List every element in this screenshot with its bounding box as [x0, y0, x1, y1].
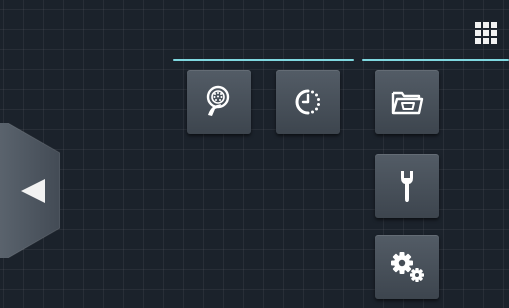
folder-button[interactable] [375, 70, 439, 134]
timer-button[interactable] [276, 70, 340, 134]
wrench-icon [401, 171, 413, 202]
grid-menu-icon[interactable] [475, 22, 497, 44]
side-panel-toggle[interactable] [0, 123, 60, 258]
cleaning-button[interactable] [187, 70, 251, 134]
group-divider-left [173, 59, 354, 61]
folder-basket-icon [391, 91, 424, 115]
gears-icon [391, 252, 424, 282]
service-button[interactable] [375, 154, 439, 218]
timer-icon [295, 89, 320, 115]
screen [0, 0, 509, 308]
cleaning-shower-icon [206, 85, 230, 116]
group-divider-right [362, 59, 509, 61]
settings-button[interactable] [375, 235, 439, 299]
